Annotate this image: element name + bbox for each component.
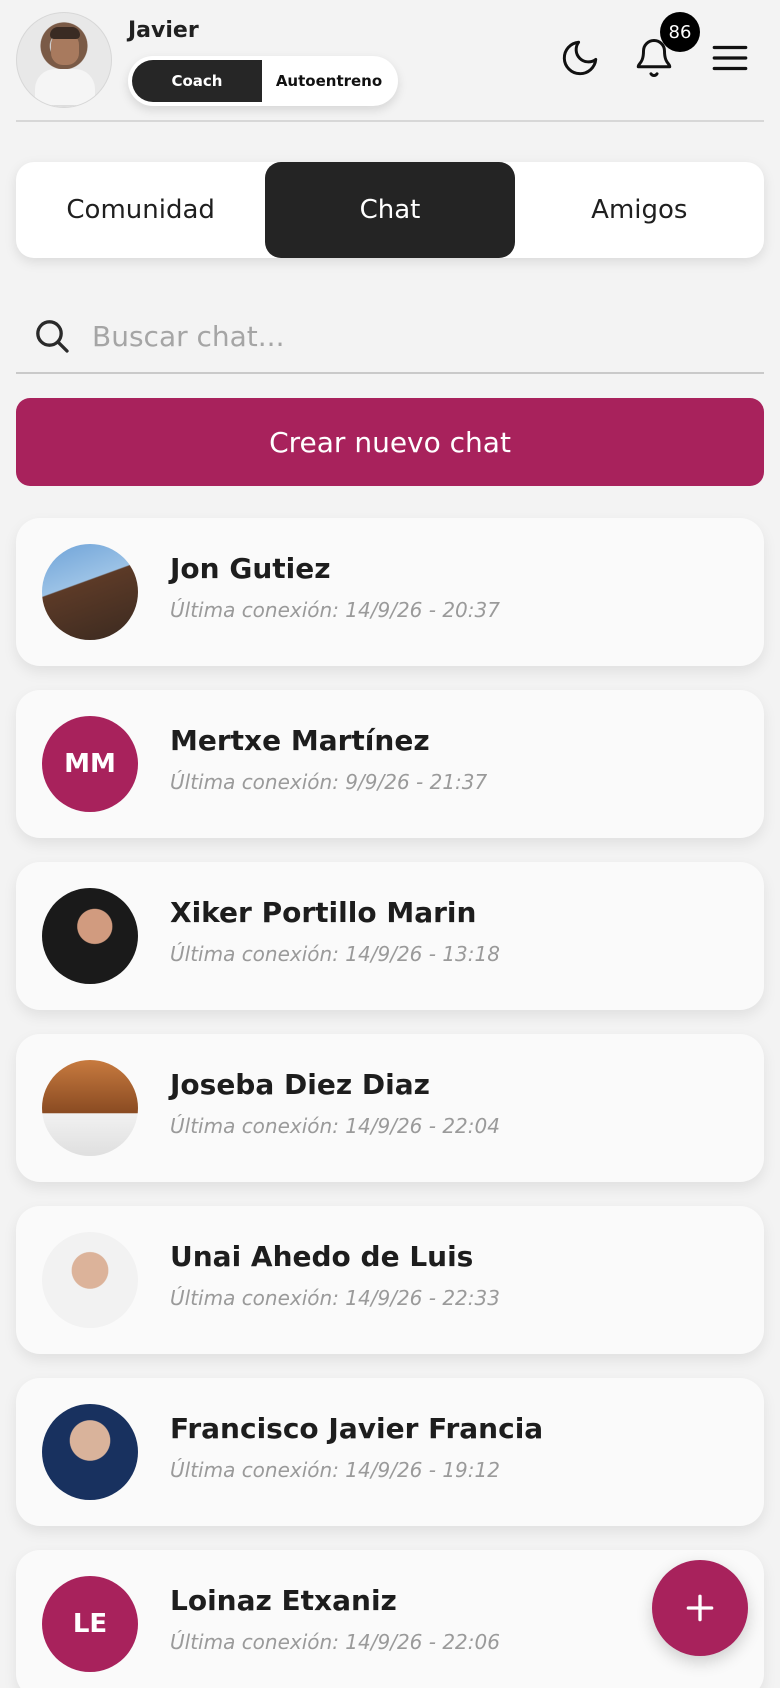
chat-row[interactable]: Unai Ahedo de Luis Última conexión: 14/9… [16,1206,764,1354]
last-seen: Última conexión: 14/9/26 - 13:18 [170,942,500,966]
chat-row[interactable]: Jon Gutiez Última conexión: 14/9/26 - 20… [16,518,764,666]
last-seen: Última conexión: 14/9/26 - 19:12 [170,1458,500,1482]
new-chat-fab[interactable] [652,1560,748,1656]
chat-search-input[interactable] [92,319,692,353]
chat-row[interactable]: Xiker Portillo Marin Última conexión: 14… [16,862,764,1010]
contact-avatar [42,544,138,640]
mode-toggle[interactable]: Coach Autoentreno [128,56,398,106]
contact-name: Jon Gutiez [170,552,331,585]
contact-avatar-initials: LE [42,1576,138,1672]
contact-name: Joseba Diez Diaz [170,1068,430,1101]
contact-name: Mertxe Martínez [170,724,430,757]
theme-toggle-button[interactable] [552,30,608,86]
mode-coach-option[interactable]: Coach [132,60,262,102]
menu-button[interactable] [702,30,758,86]
contact-avatar [42,1404,138,1500]
last-seen: Última conexión: 14/9/26 - 22:06 [170,1630,500,1654]
header-divider [16,120,764,122]
last-seen: Última conexión: 9/9/26 - 21:37 [170,770,488,794]
create-chat-button[interactable]: Crear nuevo chat [16,398,764,486]
chat-row[interactable]: Joseba Diez Diaz Última conexión: 14/9/2… [16,1034,764,1182]
search-icon [36,320,69,353]
contact-name: Unai Ahedo de Luis [170,1240,474,1273]
mode-autoentreno-option[interactable]: Autoentreno [264,60,394,102]
contact-avatar-initials: MM [42,716,138,812]
last-seen: Última conexión: 14/9/26 - 22:04 [170,1114,500,1138]
contact-avatar [42,1060,138,1156]
chat-row[interactable]: Francisco Javier Francia Última conexión… [16,1378,764,1526]
last-seen: Última conexión: 14/9/26 - 20:37 [170,598,500,622]
avatar-shirt [35,69,95,107]
section-tabs: Comunidad Chat Amigos [16,162,764,258]
tab-comunidad[interactable]: Comunidad [16,162,265,258]
chat-row[interactable]: MM Mertxe Martínez Última conexión: 9/9/… [16,690,764,838]
last-seen: Última conexión: 14/9/26 - 22:33 [170,1286,500,1310]
moon-icon [562,40,598,76]
contact-name: Xiker Portillo Marin [170,896,477,929]
top-header: Javier Coach Autoentreno 86 [16,12,764,120]
contact-name: Loinaz Etxaniz [170,1584,397,1617]
chat-list: Jon Gutiez Última conexión: 14/9/26 - 20… [16,518,764,1688]
chat-screen: Javier Coach Autoentreno 86 Comunidad Ch… [0,0,780,1688]
avatar-hair [50,27,80,39]
menu-icon [712,45,748,71]
contact-name: Francisco Javier Francia [170,1412,544,1445]
plus-icon [686,1594,714,1622]
user-avatar[interactable] [16,12,112,108]
contact-avatar [42,1232,138,1328]
contact-avatar [42,888,138,984]
tab-amigos[interactable]: Amigos [515,162,764,258]
chat-row[interactable]: LE Loinaz Etxaniz Última conexión: 14/9/… [16,1550,764,1688]
notification-count-badge: 86 [660,12,700,52]
chat-search-bar [16,300,764,374]
user-name: Javier [128,18,199,43]
tab-chat[interactable]: Chat [265,162,515,258]
